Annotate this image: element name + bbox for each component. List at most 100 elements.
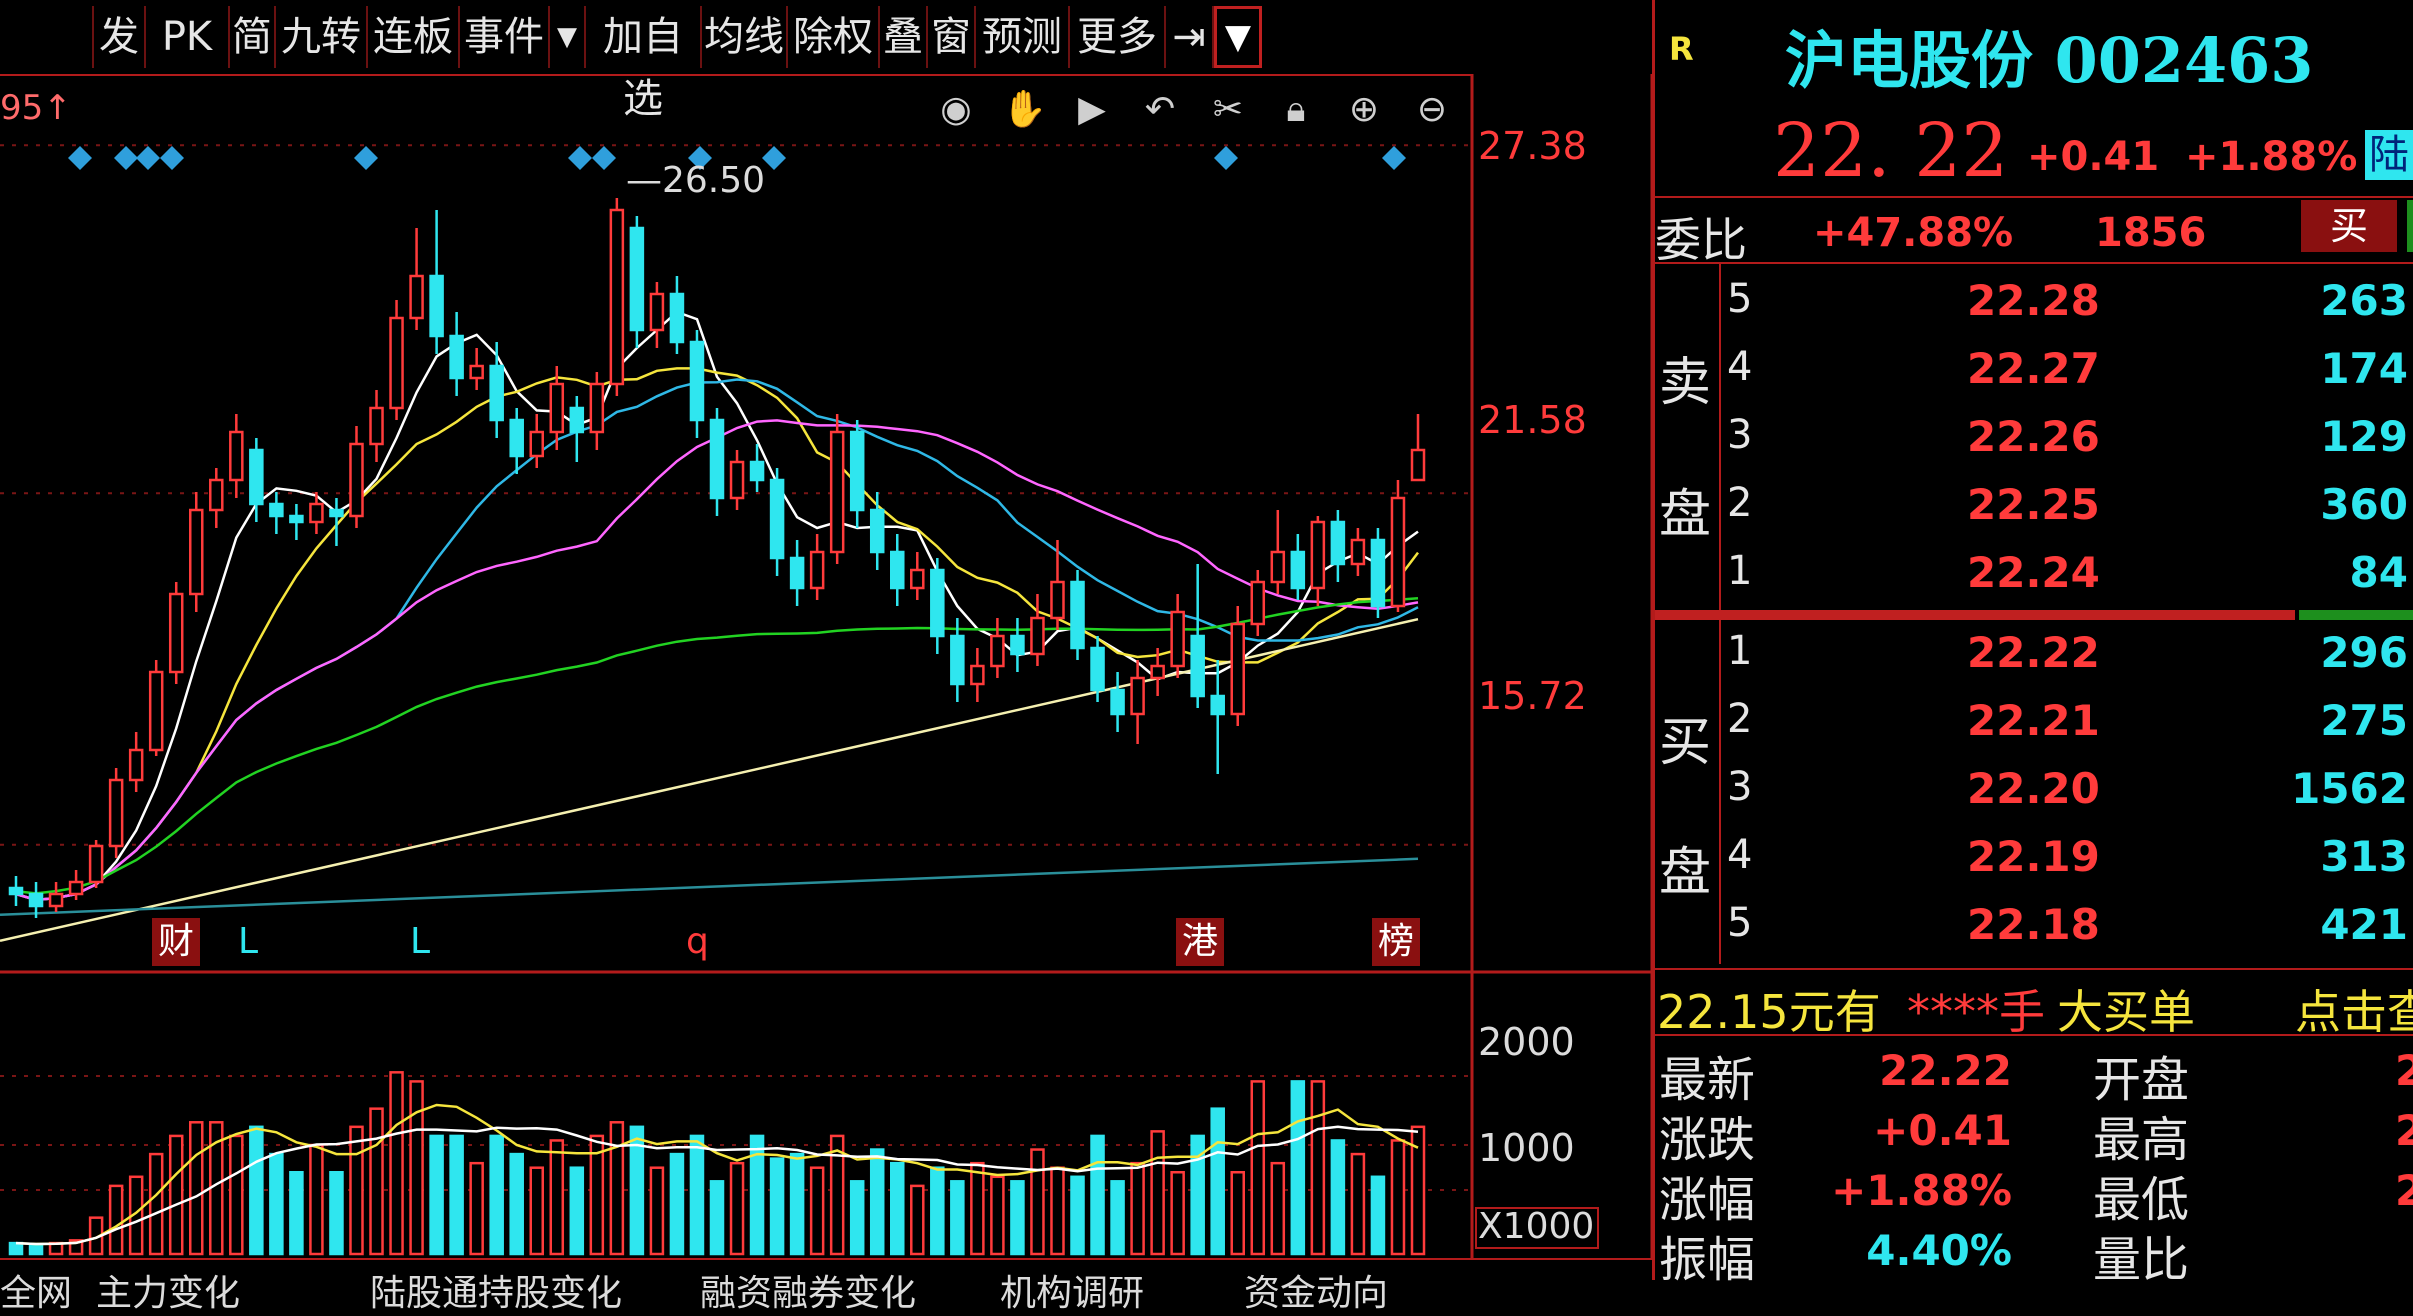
- bottom-tab[interactable]: 陆股通持股变化: [370, 1264, 622, 1316]
- candle[interactable]: [1250, 580, 1266, 626]
- candle[interactable]: [68, 880, 84, 896]
- bottom-tab[interactable]: 机构调研: [1000, 1264, 1144, 1316]
- event-marker[interactable]: L: [232, 918, 264, 966]
- signal-diamond-icon[interactable]: [114, 146, 138, 170]
- candle[interactable]: [950, 634, 965, 686]
- lock-icon[interactable]: 🔒︎: [1274, 88, 1318, 132]
- candle[interactable]: [489, 364, 504, 422]
- candle[interactable]: [669, 292, 685, 344]
- candle[interactable]: [289, 514, 304, 524]
- candle[interactable]: [970, 664, 985, 686]
- bottom-tab[interactable]: 资金动向: [1244, 1264, 1388, 1316]
- event-marker[interactable]: 财: [152, 918, 201, 966]
- candle[interactable]: [1010, 634, 1025, 656]
- event-marker[interactable]: q: [680, 918, 715, 966]
- candle[interactable]: [910, 568, 925, 590]
- candle[interactable]: [869, 508, 885, 554]
- candle[interactable]: [1330, 520, 1346, 566]
- candle[interactable]: [709, 418, 725, 500]
- candle[interactable]: [1390, 496, 1406, 608]
- candle[interactable]: [729, 460, 745, 500]
- toolbar-item-4[interactable]: 连板: [368, 6, 460, 68]
- candle[interactable]: [1190, 634, 1205, 698]
- candle[interactable]: [990, 634, 1005, 668]
- candle[interactable]: [1350, 538, 1366, 566]
- candle[interactable]: [930, 568, 945, 638]
- candle[interactable]: [889, 550, 905, 590]
- toolbar-item-8[interactable]: 除权: [788, 6, 880, 68]
- toolbar-item-10[interactable]: 窗: [928, 6, 976, 68]
- candle[interactable]: [1290, 550, 1306, 590]
- signal-diamond-icon[interactable]: [592, 146, 616, 170]
- undo-icon[interactable]: ↶: [1138, 88, 1182, 132]
- candle[interactable]: [188, 508, 204, 596]
- candle[interactable]: [28, 892, 44, 908]
- toolbar-item-11[interactable]: 预测: [976, 6, 1070, 68]
- order-price[interactable]: 22.24: [1967, 548, 2100, 597]
- candle[interactable]: [509, 418, 524, 458]
- candle[interactable]: [829, 430, 845, 554]
- signal-diamond-icon[interactable]: [354, 146, 378, 170]
- candle[interactable]: [1230, 622, 1246, 716]
- signal-diamond-icon[interactable]: [762, 146, 786, 170]
- candle[interactable]: [569, 406, 585, 434]
- toolbar-item-1[interactable]: PK: [146, 6, 230, 68]
- big-order-link[interactable]: 点击查: [2295, 976, 2413, 1042]
- candle[interactable]: [449, 334, 464, 380]
- candle[interactable]: [609, 208, 625, 386]
- candle[interactable]: [789, 556, 805, 590]
- candle[interactable]: [1090, 646, 1105, 692]
- candle[interactable]: [649, 292, 665, 332]
- toolbar-item-2[interactable]: 简: [230, 6, 276, 68]
- candle[interactable]: [1370, 538, 1386, 608]
- signal-diamond-icon[interactable]: [1382, 146, 1406, 170]
- arrow-right-icon[interactable]: ⇥: [1166, 6, 1214, 68]
- event-marker[interactable]: 港: [1176, 918, 1225, 966]
- toolbar-item-5[interactable]: 事件: [460, 6, 550, 68]
- signal-diamond-icon[interactable]: [136, 146, 160, 170]
- candle[interactable]: [429, 274, 444, 338]
- toolbar-item-12[interactable]: 更多: [1070, 6, 1166, 68]
- candle[interactable]: [269, 502, 284, 518]
- toolbar-item-6[interactable]: 加自选: [586, 6, 702, 122]
- candle[interactable]: [128, 748, 144, 782]
- candle[interactable]: [88, 844, 104, 884]
- bottom-tab[interactable]: 全网: [0, 1264, 72, 1316]
- candle[interactable]: [749, 460, 765, 482]
- candle[interactable]: [769, 478, 785, 560]
- order-price[interactable]: 22.22: [1967, 628, 2100, 677]
- bottom-tab[interactable]: 主力变化: [96, 1264, 240, 1316]
- candle[interactable]: [349, 442, 364, 518]
- candle[interactable]: [1170, 610, 1185, 668]
- hk-connect-tag[interactable]: 陆: [2365, 130, 2413, 180]
- signal-diamond-icon[interactable]: [160, 146, 184, 170]
- event-marker[interactable]: L: [404, 918, 436, 966]
- bottom-tab[interactable]: 融资融券变化: [700, 1264, 916, 1316]
- play-icon[interactable]: ▶: [1070, 88, 1114, 132]
- candle[interactable]: [309, 502, 324, 524]
- candle[interactable]: [589, 382, 605, 434]
- kline-chart[interactable]: [0, 74, 1652, 1258]
- candle[interactable]: [1210, 694, 1225, 716]
- order-price[interactable]: 22.19: [1967, 832, 2100, 881]
- candle[interactable]: [1150, 664, 1165, 680]
- signal-diamond-icon[interactable]: [68, 146, 92, 170]
- zoom-in-icon[interactable]: ⊕: [1342, 88, 1386, 132]
- signal-diamond-icon[interactable]: [1214, 146, 1238, 170]
- order-price[interactable]: 22.18: [1967, 900, 2100, 949]
- candle[interactable]: [409, 274, 424, 320]
- candle[interactable]: [389, 316, 404, 410]
- eye-icon[interactable]: ◉: [934, 88, 978, 132]
- order-price[interactable]: 22.25: [1967, 480, 2100, 529]
- zoom-out-icon[interactable]: ⊖: [1410, 88, 1454, 132]
- candle[interactable]: [148, 670, 164, 752]
- toolbar-item-9[interactable]: 叠: [880, 6, 928, 68]
- candle[interactable]: [329, 508, 344, 518]
- candle[interactable]: [529, 430, 545, 458]
- candle[interactable]: [689, 340, 705, 422]
- order-price[interactable]: 22.28: [1967, 276, 2100, 325]
- signal-diamond-icon[interactable]: [568, 146, 592, 170]
- scissors-icon[interactable]: ✂: [1206, 88, 1250, 132]
- event-marker[interactable]: 榜: [1372, 918, 1421, 966]
- candle[interactable]: [849, 430, 865, 512]
